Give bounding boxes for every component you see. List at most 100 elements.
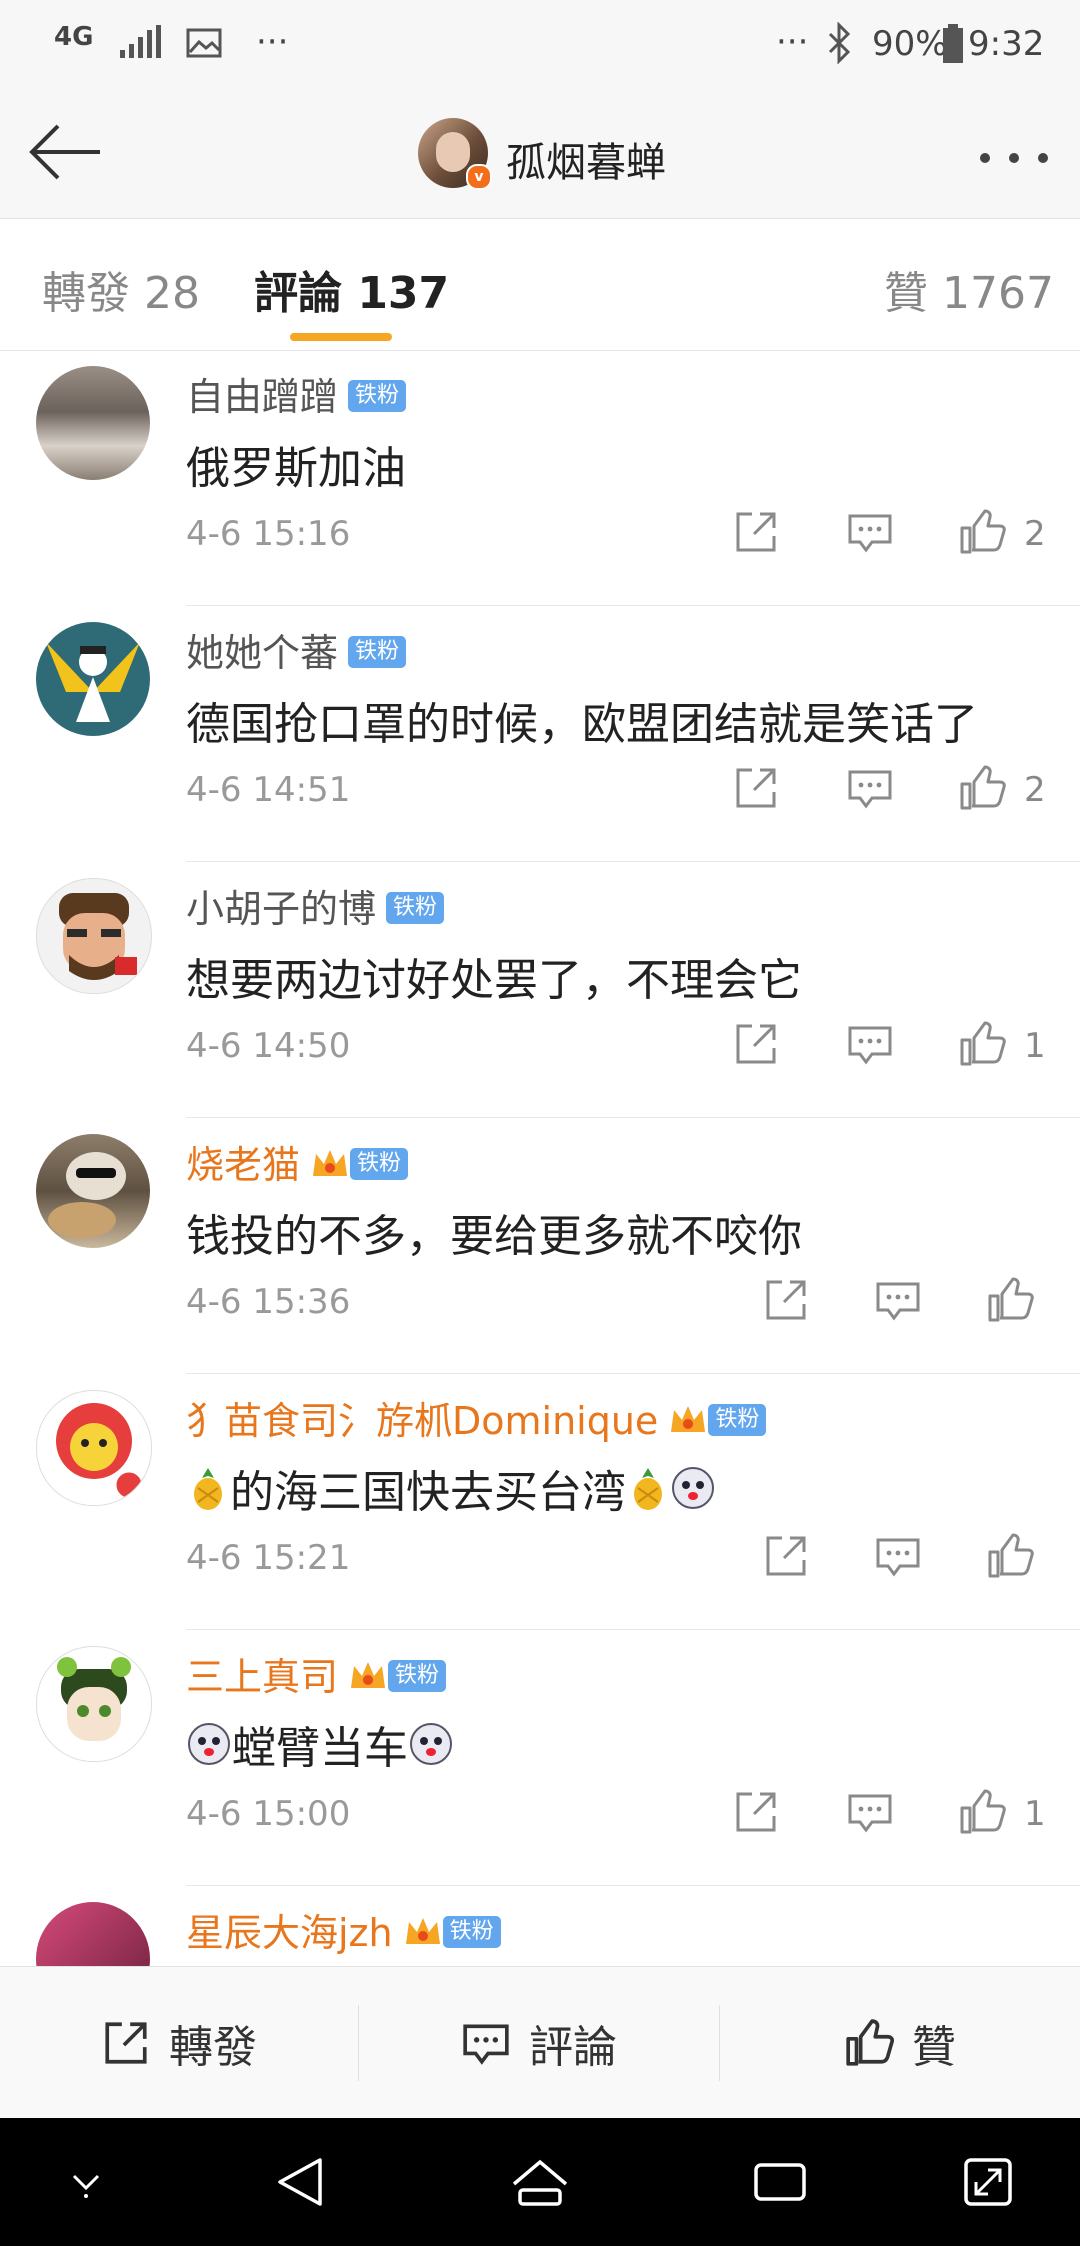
like-icon[interactable]: [958, 1020, 1006, 1068]
chevron-down-icon: [72, 2174, 100, 2198]
reply-icon: [463, 2024, 509, 2065]
tab-reposts[interactable]: 轉發 28: [42, 257, 200, 321]
repost-button[interactable]: 轉發: [0, 1967, 358, 2119]
comment-item: 三上真司 铁粉 螳臂当车 4-6 15:00 1: [0, 1630, 1080, 1886]
username[interactable]: 小胡子的博 铁粉: [186, 878, 445, 933]
vip-crown-icon: [313, 1149, 348, 1176]
comment-time: 4-6 15:36: [186, 1282, 351, 1322]
bottom-action-bar: 轉發 評論 贊: [0, 1966, 1080, 2119]
comment-text-row: 螳臂当车: [186, 1712, 454, 1776]
reply-icon[interactable]: [846, 508, 894, 556]
active-tab-indicator: [290, 333, 392, 341]
more-options-icon[interactable]: [978, 150, 1050, 169]
like-count: 2: [1024, 514, 1046, 554]
expand-button[interactable]: [938, 2118, 1038, 2246]
like-icon[interactable]: [958, 508, 1006, 556]
husky-emoji-icon: [410, 1723, 452, 1765]
avatar[interactable]: [36, 366, 150, 480]
husky-emoji-icon: [188, 1723, 230, 1765]
username[interactable]: 犭苗食司氵斿枛Dominique 铁粉: [186, 1390, 767, 1445]
recent-apps-icon: [754, 2163, 806, 2201]
username[interactable]: 星辰大海jzh 铁粉: [186, 1902, 501, 1957]
comment-text: 的海三国快去买台湾: [230, 1467, 626, 1518]
signal-icon: [120, 25, 161, 58]
battery-percent: 90%: [872, 24, 948, 64]
avatar[interactable]: [36, 1646, 152, 1762]
comment-time: 4-6 15:00: [186, 1794, 351, 1834]
fan-badge: 铁粉: [350, 1147, 409, 1180]
reply-icon[interactable]: [846, 1788, 894, 1836]
network-type: 4G: [54, 22, 94, 52]
avatar[interactable]: [36, 1134, 150, 1248]
share-icon[interactable]: [732, 1788, 780, 1836]
vip-crown-icon: [405, 1917, 440, 1944]
share-icon[interactable]: [732, 764, 780, 812]
comment-text: 德国抢口罩的时候，欧盟团结就是笑话了: [186, 699, 978, 750]
like-icon[interactable]: [958, 1788, 1006, 1836]
like-icon[interactable]: [986, 1276, 1034, 1324]
home-icon: [512, 2159, 568, 2206]
comment-item: 她她个蕃 铁粉 德国抢口罩的时候，欧盟团结就是笑话了 4-6 14:51 2: [0, 606, 1080, 862]
back-arrow-icon[interactable]: [28, 122, 104, 182]
more-status-icon: ···: [776, 22, 809, 62]
author-name[interactable]: 孤烟暮蝉: [506, 130, 666, 188]
fan-badge: 铁粉: [348, 635, 407, 668]
username[interactable]: 她她个蕃 铁粉: [186, 622, 407, 677]
tab-likes[interactable]: 贊 1767: [884, 257, 1054, 321]
comment-text: 钱投的不多，要给更多就不咬你: [186, 1211, 802, 1262]
share-icon[interactable]: [762, 1276, 810, 1324]
like-icon[interactable]: [986, 1532, 1034, 1580]
avatar[interactable]: [36, 1902, 150, 1966]
fan-badge: 铁粉: [386, 891, 445, 924]
avatar[interactable]: [36, 878, 152, 994]
comment-time: 4-6 14:51: [186, 770, 351, 810]
home-button[interactable]: [490, 2118, 590, 2246]
reply-icon[interactable]: [874, 1532, 922, 1580]
username[interactable]: 烧老猫 铁粉: [186, 1134, 409, 1189]
pineapple-emoji-icon: [194, 1468, 222, 1510]
comment-label: 評論: [529, 2022, 617, 2073]
share-icon[interactable]: [732, 1020, 780, 1068]
like-count: 1: [1024, 1026, 1046, 1066]
comment-text-row: 的海三国快去买台湾: [186, 1456, 716, 1520]
comment-button[interactable]: 評論: [359, 1967, 719, 2119]
recent-apps-button[interactable]: [730, 2118, 830, 2246]
vip-crown-icon: [351, 1661, 386, 1688]
verified-badge-icon: v: [466, 164, 492, 190]
fan-badge: 铁粉: [348, 379, 407, 412]
avatar[interactable]: [36, 622, 150, 736]
tab-comments[interactable]: 評論 137: [254, 257, 449, 321]
comment-item: 犭苗食司氵斿枛Dominique 铁粉 的海三国快去买台湾 4-6 15:21: [0, 1374, 1080, 1630]
fan-badge: 铁粉: [442, 1915, 501, 1948]
gallery-icon: [186, 28, 222, 58]
avatar[interactable]: [36, 1390, 152, 1506]
username[interactable]: 三上真司 铁粉: [186, 1646, 447, 1701]
vip-crown-icon: [671, 1405, 706, 1432]
reply-icon[interactable]: [874, 1276, 922, 1324]
share-icon[interactable]: [762, 1532, 810, 1580]
expand-icon: [964, 2158, 1012, 2206]
like-count: 1: [1024, 1794, 1046, 1834]
comment-text: 螳臂当车: [232, 1723, 408, 1774]
system-navigation-bar: [0, 2118, 1080, 2246]
comment-item: 小胡子的博 铁粉 想要两边讨好处罢了，不理会它 4-6 14:50 1: [0, 862, 1080, 1118]
comment-time: 4-6 15:16: [186, 514, 351, 554]
clock: 9:32: [968, 24, 1045, 64]
share-icon[interactable]: [732, 508, 780, 556]
like-icon: [846, 2019, 894, 2066]
reply-icon[interactable]: [846, 1020, 894, 1068]
like-button[interactable]: 贊: [720, 1967, 1080, 2119]
comment-item: 星辰大海jzh 铁粉: [0, 1886, 1080, 1966]
hide-keyboard-button[interactable]: [36, 2118, 136, 2246]
battery-icon: [943, 24, 963, 63]
comment-text: 俄罗斯加油: [186, 443, 406, 494]
pineapple-emoji-icon: [634, 1468, 662, 1510]
username[interactable]: 自由蹭蹭 铁粉: [186, 366, 407, 421]
fan-badge: 铁粉: [388, 1659, 447, 1692]
tab-bar: 轉發 28 評論 137 贊 1767: [0, 219, 1080, 351]
reply-icon[interactable]: [846, 764, 894, 812]
fan-badge: 铁粉: [708, 1403, 767, 1436]
like-icon[interactable]: [958, 764, 1006, 812]
back-button[interactable]: [250, 2118, 350, 2246]
back-triangle-icon: [278, 2158, 322, 2206]
